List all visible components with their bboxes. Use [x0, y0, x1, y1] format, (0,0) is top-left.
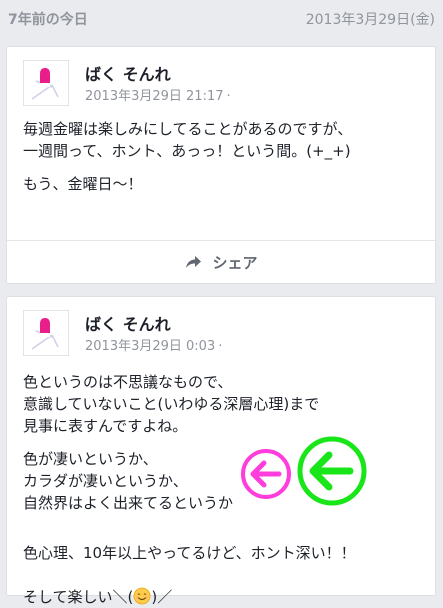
post-paragraph: もう、金曜日〜！	[23, 175, 143, 193]
post-author[interactable]: ばく そんれ	[85, 311, 171, 335]
timestamp-text: 2013年3月29日 21:17	[85, 89, 224, 104]
post-line: そして楽しい＼(	[23, 588, 134, 606]
post-card: ばく そんれ 2013年3月29日 0:03 · 色というのは不思議なもので、 意…	[6, 296, 436, 606]
share-label: シェア	[212, 253, 258, 272]
timestamp-text: 2013年3月29日 0:03	[85, 339, 216, 354]
memories-date: 2013年3月29日(金)	[305, 12, 435, 28]
privacy-dot: ·	[226, 89, 231, 104]
share-button[interactable]: シェア	[7, 241, 435, 283]
post-timestamp[interactable]: 2013年3月29日 0:03 ·	[85, 335, 222, 354]
post-author[interactable]: ばく そんれ	[85, 61, 171, 85]
avatar[interactable]	[23, 60, 69, 106]
pink-left-arrow-annotation	[240, 448, 292, 500]
left-arrow-circle-icon	[297, 436, 367, 506]
post-line: 色心理、10年以上やってるけど、ホント深い！！	[23, 544, 356, 562]
privacy-dot: ·	[218, 339, 223, 354]
post-paragraph: 色が凄いというか、 カラダが凄いというか、 自然界はよく出来てるというか	[23, 450, 234, 512]
avatar-logo-icon	[31, 318, 59, 350]
share-arrow-icon	[186, 256, 202, 268]
memories-header: 7年前の今日 2013年3月29日(金)	[0, 0, 443, 38]
smiling-face-icon	[134, 587, 151, 605]
left-arrow-circle-icon	[241, 449, 291, 499]
avatar-logo-icon	[31, 68, 59, 100]
post-card: ばく そんれ 2013年3月29日 21:17 · 毎週金曜は楽しみにしてることが…	[6, 46, 436, 284]
post-paragraph: 色心理、10年以上やってるけど、ホント深い！！ そして楽しい＼( )／	[23, 520, 356, 608]
memories-title: 7年前の今日	[8, 12, 88, 28]
green-left-arrow-annotation	[296, 435, 368, 507]
post-paragraph: 色というのは不思議なもので、 意識していないこと(いわゆる深層心理)まで 見事に…	[23, 373, 320, 435]
post-timestamp[interactable]: 2013年3月29日 21:17 ·	[85, 85, 231, 104]
post-paragraph: 毎週金曜は楽しみにしてることがあるのですが、 一週間って、ホント、あっっ！という…	[23, 120, 353, 160]
avatar[interactable]	[23, 310, 69, 356]
post-line-end: )／	[151, 588, 173, 606]
